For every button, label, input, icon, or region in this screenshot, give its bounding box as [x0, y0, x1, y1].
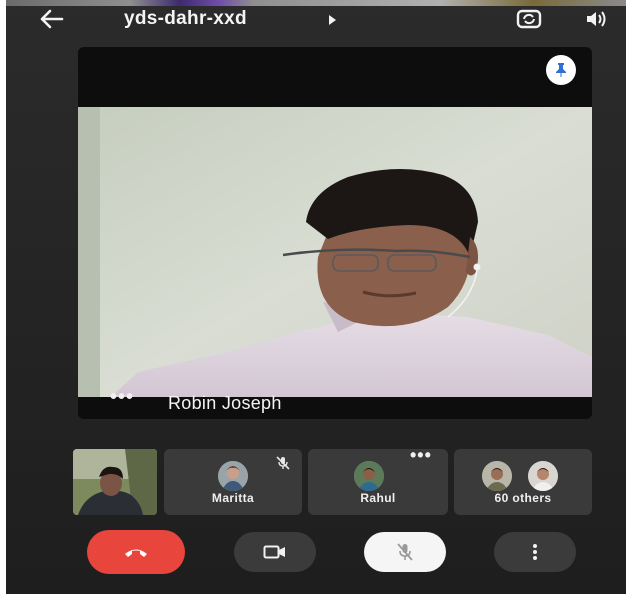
avatar-photo: [482, 461, 512, 491]
avatar: [528, 461, 558, 491]
mic-off-icon: [397, 543, 413, 561]
volume-icon: [587, 11, 606, 27]
call-controls: [6, 526, 626, 574]
arrow-left-icon: [40, 9, 64, 29]
meeting-title[interactable]: yds-dahr-xxd: [124, 8, 247, 30]
participant-tile[interactable]: ••• Rahul: [308, 445, 448, 515]
speaker-video: [78, 107, 592, 409]
participant-tile[interactable]: Maritta: [164, 449, 302, 515]
avatar: [218, 461, 248, 491]
avatar: [354, 461, 384, 491]
switch-camera-button[interactable]: [516, 6, 542, 32]
speaker-video-frame: [78, 107, 592, 409]
avatar: [482, 461, 512, 491]
more-options-button[interactable]: [494, 532, 576, 572]
end-call-button[interactable]: [87, 530, 185, 574]
participant-name: 60 others: [494, 491, 552, 505]
self-video: [73, 449, 157, 515]
back-button[interactable]: [36, 6, 68, 32]
avatar-photo: [218, 461, 248, 491]
muted-indicator: [274, 454, 292, 472]
tile-name-bar: [78, 397, 592, 419]
phone-hangup-icon: [125, 549, 147, 557]
mic-off-icon: [276, 456, 290, 470]
participant-more-button[interactable]: •••: [410, 445, 432, 466]
audio-output-button[interactable]: [584, 8, 608, 30]
others-tile[interactable]: 60 others: [454, 449, 592, 515]
top-bar: yds-dahr-xxd: [6, 6, 626, 34]
main-speaker-tile[interactable]: ••• Robin Joseph: [78, 47, 592, 419]
self-view-tile[interactable]: [73, 449, 157, 515]
participant-name: Rahul: [360, 491, 396, 505]
switch-camera-icon: [516, 9, 542, 29]
microphone-button[interactable]: [364, 532, 446, 572]
pin-button[interactable]: [546, 55, 576, 85]
play-arrow-icon: [329, 15, 336, 25]
speaker-more-button[interactable]: •••: [110, 387, 134, 407]
participant-name: Maritta: [211, 491, 255, 505]
more-vert-icon: [533, 544, 537, 560]
pin-icon: [556, 63, 566, 77]
meet-call-screen: yds-dahr-xxd ••• Robin Joseph Maritta ••…: [6, 0, 626, 594]
participant-strip: Maritta ••• Rahul 60 others: [6, 445, 626, 517]
meeting-details-button[interactable]: [326, 13, 338, 25]
camera-button[interactable]: [234, 532, 316, 572]
speaker-name: Robin Joseph: [168, 393, 282, 413]
video-camera-icon: [263, 545, 285, 559]
avatar-photo: [528, 461, 558, 491]
avatar-photo: [354, 461, 384, 491]
